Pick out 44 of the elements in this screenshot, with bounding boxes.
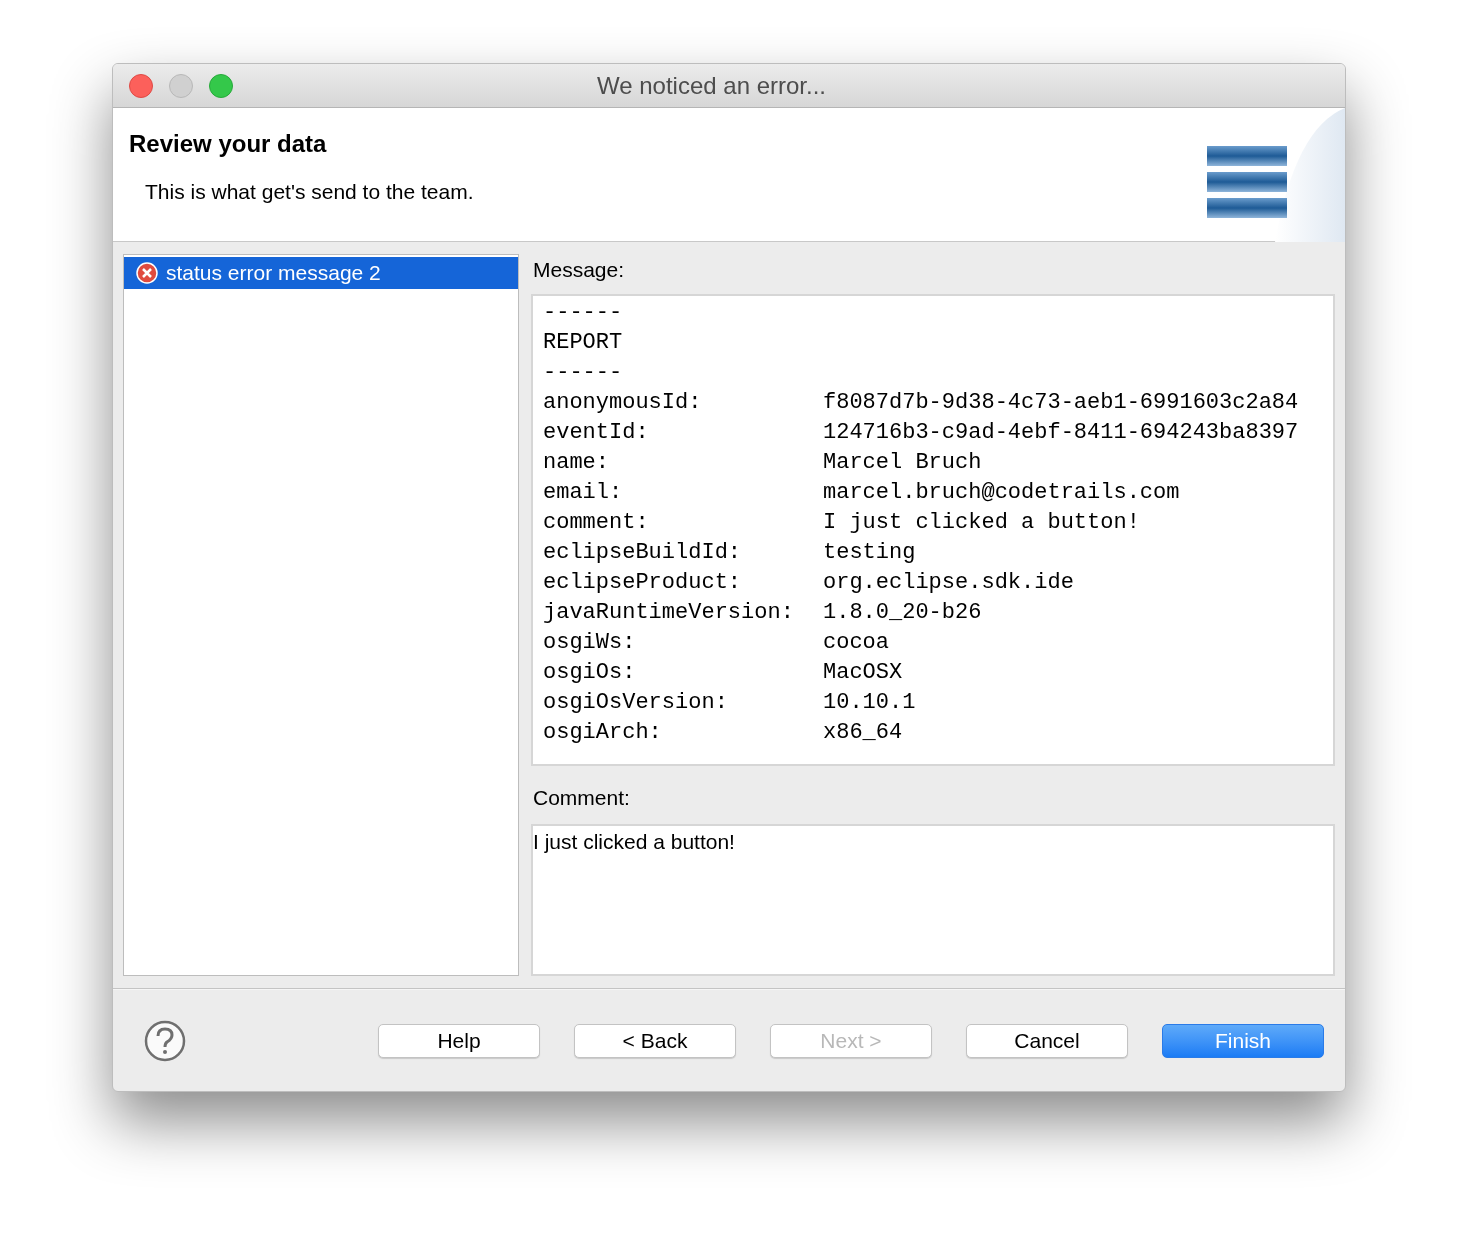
report-key: anonymousId: [543,388,823,418]
window-title: We noticed an error... [597,70,826,101]
report-key: eclipseProduct: [543,568,823,598]
report-value: marcel.bruch@codetrails.com [823,479,1180,507]
comment-text-area[interactable]: I just clicked a button! [531,824,1335,976]
stacked-bars-icon [1205,108,1345,242]
report-value: MacOSX [823,659,903,687]
report-key: osgiArch: [543,718,823,748]
report-value: testing [823,539,916,567]
dialog-button[interactable]: Cancel [966,1023,1128,1058]
zoom-button[interactable] [209,73,233,98]
message-text-area[interactable] [531,294,1335,766]
report-value: Marcel Bruch [823,449,982,477]
dialog-button[interactable]: < Back [574,1023,736,1058]
report-key: comment: [543,508,823,538]
message-label: Message: [532,257,626,283]
report-value: f8087d7b-9d38-4c73-aeb1-6991603c2a84 [823,389,1299,417]
comment-label: Comment: [532,785,631,811]
report-key: name: [543,448,823,478]
report-line: REPORT [543,329,623,357]
report-key: javaRuntimeVersion: [543,598,823,628]
report-value: cocoa [823,629,889,657]
report-key: osgiWs: [543,628,823,658]
report-value: 124716b3-c9ad-4ebf-8411-694243ba8397 [823,419,1299,447]
report-value: 1.8.0_20-b26 [823,599,982,627]
report-value: I just clicked a button! [823,509,1140,537]
report-value: x86_64 [823,719,903,747]
close-button[interactable] [129,73,153,98]
status-label: status error message 2 [166,260,381,287]
report-value: org.eclipse.sdk.ide [823,569,1074,597]
report-key: eclipseBuildId: [543,538,823,568]
report-key: osgiOs: [543,658,823,688]
report-key: email: [543,478,823,508]
report-value: 10.10.1 [823,689,916,717]
header-description: This is what get's send to the team. [144,179,474,205]
report-key: eventId: [543,418,823,448]
error-icon [136,262,158,284]
header-title: Review your data [129,129,328,159]
dialog-button[interactable]: Help [378,1023,540,1058]
status-list-item[interactable]: status error message 2 [124,257,518,289]
report-line: ------ [543,359,623,387]
report-key: osgiOsVersion: [543,688,823,718]
help-icon[interactable] [143,1018,187,1063]
report-line: ------ [543,299,623,327]
